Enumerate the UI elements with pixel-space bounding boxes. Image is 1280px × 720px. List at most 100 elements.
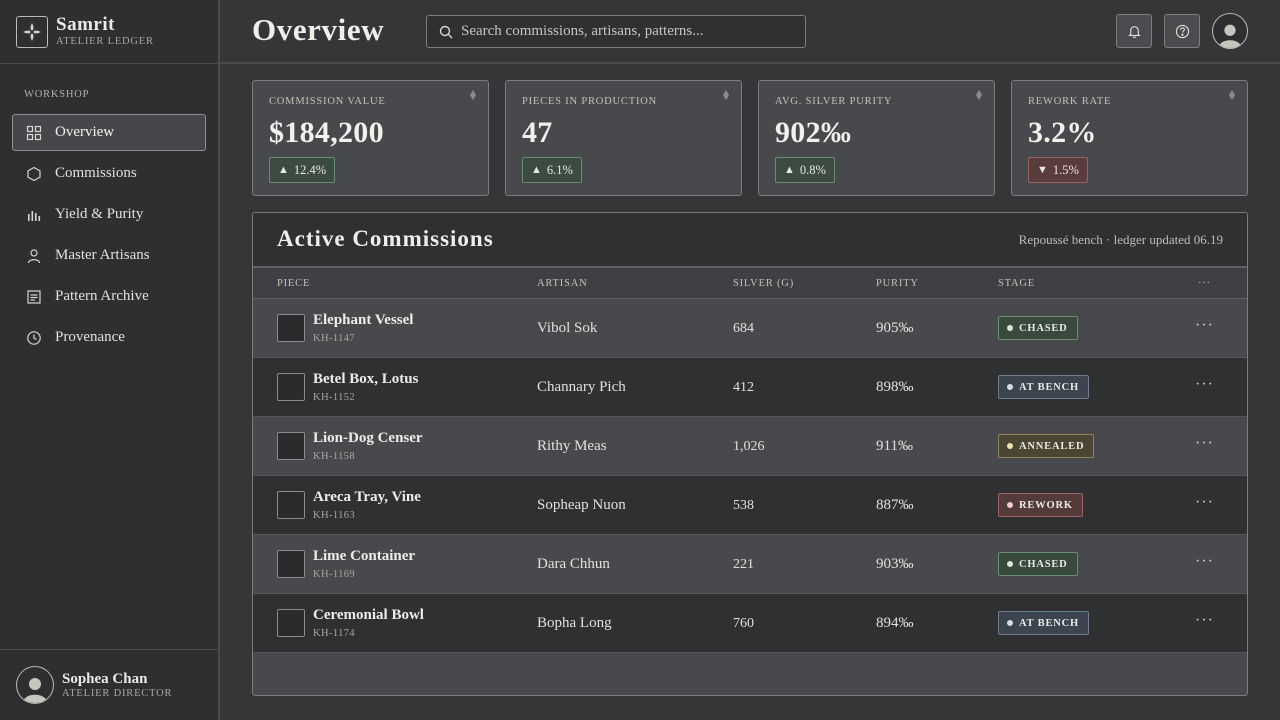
sidebar-item-master-artisans[interactable]: Master Artisans: [12, 237, 206, 274]
user-icon: [1218, 24, 1242, 48]
document-icon: [26, 289, 42, 305]
table-row[interactable]: Betel Box, Lotus KH-1152 Channary Pich 4…: [253, 358, 1247, 417]
row-more-button[interactable]: ···: [1195, 317, 1214, 335]
kpi-label: Pieces in Production: [522, 96, 658, 107]
brand[interactable]: Samrit Atelier Ledger: [0, 0, 218, 64]
column-header-stage[interactable]: Stage: [998, 278, 1035, 289]
piece-thumbnail: [277, 373, 305, 401]
kpi-label: Commission Value: [269, 96, 386, 107]
kpi-value: $184,200: [269, 116, 384, 149]
stage-label: Chased: [1019, 322, 1068, 334]
table-row[interactable]: Ceremonial Bowl KH-1174 Bopha Long 760 8…: [253, 594, 1247, 653]
column-header-purity[interactable]: Purity: [876, 278, 919, 289]
column-header-piece[interactable]: Piece: [277, 278, 310, 289]
piece-id: KH-1152: [313, 392, 356, 403]
search-icon: [439, 25, 453, 39]
stage-label: At Bench: [1019, 617, 1079, 629]
piece-thumbnail: [277, 314, 305, 342]
sidebar-item-overview[interactable]: Overview: [12, 114, 206, 151]
brand-subtitle: Atelier Ledger: [56, 36, 154, 47]
sidebar-item-pattern-archive[interactable]: Pattern Archive: [12, 278, 206, 315]
sidebar: Samrit Atelier Ledger Workshop Overview …: [0, 0, 220, 720]
kpi-value: 902‰: [775, 116, 852, 149]
kpi-delta-badge: ▲ 6.1%: [522, 157, 582, 183]
status-dot-icon: [1007, 384, 1013, 390]
kpi-card-pieces-in-production[interactable]: Pieces in Production 47 ▲ 6.1%: [505, 80, 742, 196]
row-more-button[interactable]: ···: [1195, 494, 1214, 512]
table-row[interactable]: Elephant Vessel KH-1147 Vibol Sok 684 90…: [253, 299, 1247, 358]
piece-thumbnail: [277, 609, 305, 637]
active-commissions-panel: Active Commissions Repoussé bench · ledg…: [252, 212, 1248, 696]
purity-value: 911‰: [876, 438, 913, 454]
table-row[interactable]: Areca Tray, Vine KH-1163 Sopheap Nuon 53…: [253, 476, 1247, 535]
silver-grams: 412: [733, 380, 754, 395]
table-header: Piece Artisan Silver (g) Purity Stage ··…: [253, 268, 1247, 299]
stage-badge: Annealed: [998, 434, 1095, 458]
stage-label: Rework: [1019, 499, 1073, 511]
sidebar-item-provenance[interactable]: Provenance: [12, 319, 206, 356]
artisan-name: Bopha Long: [537, 615, 612, 631]
column-header-silver[interactable]: Silver (g): [733, 278, 794, 289]
stage-badge: At Bench: [998, 611, 1089, 635]
piece-id: KH-1163: [313, 510, 356, 521]
kpi-delta-value: 1.5%: [1052, 162, 1079, 177]
avatar: [16, 666, 54, 704]
user-profile[interactable]: Sophea Chan Atelier Director: [0, 649, 218, 720]
row-more-button[interactable]: ···: [1195, 612, 1214, 630]
piece-thumbnail: [277, 432, 305, 460]
column-header-actions[interactable]: ···: [1198, 278, 1211, 289]
status-dot-icon: [1007, 325, 1013, 331]
kpi-card-avg-silver-purity[interactable]: Avg. Silver Purity 902‰ ▲ 0.8%: [758, 80, 995, 196]
stage-label: Annealed: [1019, 440, 1085, 452]
kpi-card-rework-rate[interactable]: Rework Rate 3.2% ▼ 1.5%: [1011, 80, 1248, 196]
user-name: Sophea Chan: [62, 670, 148, 687]
person-icon: [26, 248, 42, 264]
piece-name: Lime Container: [313, 548, 416, 564]
silver-grams: 538: [733, 498, 754, 513]
pin-icon: [470, 90, 476, 100]
artisan-name: Sopheap Nuon: [537, 497, 626, 513]
kpi-label: Rework Rate: [1028, 96, 1112, 107]
row-more-button[interactable]: ···: [1195, 435, 1214, 453]
kpi-value: 47: [522, 116, 553, 149]
panel-header: Active Commissions Repoussé bench · ledg…: [253, 213, 1247, 268]
silver-grams: 760: [733, 616, 754, 631]
column-header-artisan[interactable]: Artisan: [537, 278, 587, 289]
piece-name: Areca Tray, Vine: [313, 489, 421, 505]
silver-grams: 221: [733, 557, 754, 572]
sidebar-item-label: Yield & Purity: [55, 206, 144, 222]
user-role: Atelier Director: [62, 687, 173, 699]
kpi-delta-value: 6.1%: [546, 162, 573, 177]
artisan-name: Channary Pich: [537, 379, 626, 395]
notifications-button[interactable]: [1116, 14, 1152, 48]
sidebar-item-label: Master Artisans: [55, 247, 150, 263]
kpi-card-commission-value[interactable]: Commission Value $184,200 ▲ 12.4%: [252, 80, 489, 196]
piece-name: Elephant Vessel: [313, 312, 414, 328]
table-row[interactable]: Lion-Dog Censer KH-1158 Rithy Meas 1,026…: [253, 417, 1247, 476]
piece-id: KH-1169: [313, 569, 356, 580]
account-avatar-button[interactable]: [1212, 13, 1248, 49]
piece-name: Betel Box, Lotus: [313, 371, 419, 387]
row-more-button[interactable]: ···: [1195, 553, 1214, 571]
piece-name: Lion-Dog Censer: [313, 430, 423, 446]
table-row[interactable]: Lime Container KH-1169 Dara Chhun 221 90…: [253, 535, 1247, 594]
row-more-button[interactable]: ···: [1195, 376, 1214, 394]
sidebar-item-yield-purity[interactable]: Yield & Purity: [12, 196, 206, 233]
kpi-label: Avg. Silver Purity: [775, 96, 893, 107]
sidebar-item-label: Commissions: [55, 165, 137, 181]
help-button[interactable]: [1164, 14, 1200, 48]
nav-section-label: Workshop: [24, 89, 90, 100]
bell-icon: [1127, 24, 1142, 39]
search-input[interactable]: [461, 23, 791, 40]
piece-name: Ceremonial Bowl: [313, 607, 424, 623]
status-dot-icon: [1007, 561, 1013, 567]
sidebar-item-commissions[interactable]: Commissions: [12, 155, 206, 192]
search-box[interactable]: [426, 15, 806, 48]
kpi-delta-badge: ▲ 12.4%: [269, 157, 336, 183]
panel-title: Active Commissions: [277, 226, 494, 251]
status-dot-icon: [1007, 443, 1013, 449]
grid-icon: [26, 125, 42, 141]
artisan-name: Dara Chhun: [537, 556, 610, 572]
triangle-up-icon: ▲: [784, 164, 795, 176]
purity-value: 903‰: [876, 556, 914, 572]
